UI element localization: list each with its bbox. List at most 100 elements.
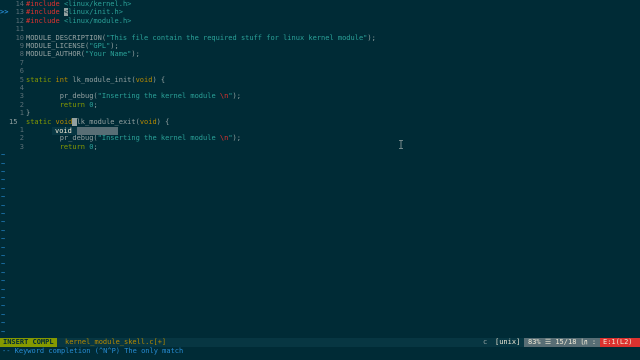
line-number: 10 (15, 33, 24, 42)
status-line: INSERT COMPL kernel_module_skell.c[+] c … (0, 338, 640, 347)
empty-buffer-line: ~ (0, 151, 640, 159)
line-number: 9 (19, 42, 24, 50)
code-text[interactable]: MODULE_LICENSE("GPL"); (26, 42, 119, 50)
tilde-marker: ~ (1, 319, 6, 328)
code-line[interactable]: 7 (0, 59, 640, 67)
code-line[interactable]: >> 13 #include <linux/init.h> (0, 8, 640, 17)
empty-buffer-line: ~ (0, 302, 640, 310)
code-text[interactable]: } (26, 109, 30, 117)
line-number: 3 (19, 92, 24, 101)
code-text[interactable]: pr_debug("Inserting the kernel module \n… (26, 92, 241, 100)
tilde-marker: ~ (1, 302, 6, 311)
line-number: 2 (19, 134, 24, 143)
tilde-marker: ~ (1, 193, 6, 202)
completion-item-void[interactable]: void (52, 127, 77, 136)
empty-buffer-line: ~ (0, 260, 640, 268)
mode-indicator: INSERT COMPL (0, 338, 57, 347)
empty-buffer-line: ~ (0, 160, 640, 168)
code-line[interactable]: 3 pr_debug("Inserting the kernel module … (0, 92, 640, 100)
tilde-marker: ~ (1, 294, 6, 302)
code-line[interactable]: 5 static int lk_module_init(void) { (0, 76, 640, 84)
code-line[interactable]: 10 MODULE_DESCRIPTION("This file contain … (0, 34, 640, 42)
code-line[interactable]: 1} (0, 109, 640, 117)
tilde-marker: ~ (1, 218, 6, 227)
empty-buffer-line: ~ (0, 269, 640, 277)
code-text[interactable]: pr_debug("Inserting the kernel module \n… (26, 134, 241, 142)
line-number: 12 (15, 16, 24, 25)
code-line[interactable]: 14 #include <linux/kernel.h> (0, 0, 640, 8)
line-number: 2 (19, 100, 24, 109)
text-cursor-ibeam-icon (399, 140, 403, 149)
code-line[interactable]: 3 return 0; (0, 143, 640, 151)
command-line[interactable]: -- Keyword completion (^N^P) The only ma… (0, 347, 640, 356)
code-line[interactable]: 2 return 0; (0, 101, 640, 109)
code-text[interactable]: MODULE_DESCRIPTION("This file contain th… (26, 34, 376, 42)
code-text[interactable]: #include <linux/module.h> (26, 17, 131, 25)
tilde-marker: ~ (1, 151, 6, 160)
fileformat-label: [unix] (492, 338, 524, 347)
empty-buffer-line: ~ (0, 244, 640, 252)
line-number: 1 (19, 109, 24, 118)
code-line[interactable]: 4 (0, 84, 640, 92)
empty-buffer-line: ~ (0, 218, 640, 226)
tilde-marker: ~ (1, 210, 6, 218)
tilde-marker: ~ (1, 226, 6, 235)
code-line[interactable]: 6 (0, 67, 640, 75)
empty-buffer-line: ~ (0, 210, 640, 218)
tilde-marker: ~ (1, 184, 6, 193)
tilde-marker: ~ (1, 327, 6, 336)
cursor-position-label: 83% ☰ 15/18 ㏑ : 8 (524, 338, 605, 347)
tilde-marker: ~ (1, 176, 6, 185)
tilde-marker: ~ (1, 310, 6, 319)
empty-buffer-line: ~ (0, 185, 640, 193)
empty-buffer-line: ~ (0, 286, 640, 294)
error-count-badge: E:1(L2) (600, 338, 640, 347)
line-number: 13 (15, 8, 24, 17)
code-text[interactable]: return 0; (26, 101, 98, 109)
empty-buffer-line: ~ (0, 176, 640, 184)
tilde-marker: ~ (1, 235, 6, 244)
line-number: 7 (19, 58, 24, 67)
empty-buffer-line: ~ (0, 235, 640, 243)
tilde-marker: ~ (1, 201, 6, 210)
code-line[interactable]: 12 #include <linux/module.h> (0, 17, 640, 25)
code-text[interactable]: MODULE_AUTHOR("Your Name"); (26, 50, 140, 58)
line-number: 3 (19, 142, 24, 151)
code-line[interactable]: 2 pr_debug("Inserting the kernel module … (0, 134, 640, 142)
empty-buffer-line: ~ (0, 193, 640, 201)
line-number: 6 (19, 67, 24, 76)
filetype-label: c (483, 338, 488, 346)
tilde-marker: ~ (1, 260, 6, 269)
empty-buffer-line: ~ (0, 202, 640, 210)
code-line[interactable]: 11 (0, 25, 640, 33)
code-text[interactable]: #include <linux/kernel.h> (26, 0, 131, 8)
code-text[interactable]: static int lk_module_init(void) { (26, 76, 165, 84)
empty-buffer-line: ~ (0, 328, 640, 336)
empty-buffer-line: ~ (0, 311, 640, 319)
code-text[interactable]: return 0; (26, 143, 98, 151)
tilde-marker: ~ (1, 168, 6, 176)
tilde-marker: ~ (1, 285, 6, 294)
empty-buffer-line: ~ (0, 252, 640, 260)
code-line[interactable]: 8 MODULE_AUTHOR("Your Name"); (0, 50, 640, 58)
line-number: 4 (19, 84, 24, 92)
code-line[interactable]: 15 static void lk_module_exit(void) { (0, 117, 640, 126)
tilde-marker: ~ (1, 243, 6, 252)
empty-buffer-line: ~ (0, 168, 640, 176)
code-line[interactable]: 9 MODULE_LICENSE("GPL"); (0, 42, 640, 50)
tilde-marker: ~ (1, 159, 6, 168)
tilde-marker: ~ (1, 252, 6, 260)
line-number: 1 (19, 126, 24, 134)
editor-area[interactable]: 14 #include <linux/kernel.h> >> 13 #include … (0, 0, 640, 338)
completion-popup[interactable]: void (52, 127, 118, 136)
code-text[interactable]: #include <linux/init.h> (26, 8, 123, 17)
code-text[interactable]: static void lk_module_exit(void) { (26, 117, 169, 126)
line-number: 11 (15, 25, 24, 34)
tilde-marker: ~ (1, 277, 6, 286)
tilde-marker: ~ (1, 268, 6, 277)
filename-label: kernel_module_skell.c[+] (65, 338, 167, 346)
empty-buffer-line: ~ (0, 294, 640, 302)
line-number: 5 (19, 75, 24, 84)
empty-buffer-line: ~ (0, 277, 640, 285)
line-number: 14 (15, 0, 24, 8)
